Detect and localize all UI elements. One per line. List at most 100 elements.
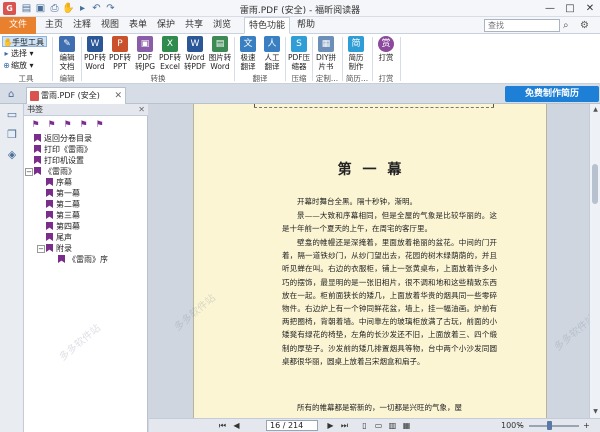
group-label-tip: 打赏 (378, 74, 394, 83)
tab-protect[interactable]: 保护 (154, 17, 178, 34)
gear-icon[interactable]: ⚙ (580, 19, 592, 32)
edit-document-button[interactable]: ✎ 编辑 文档 (55, 35, 79, 71)
two-page-continuous-icon[interactable]: ▦ (401, 420, 412, 431)
close-tab-icon[interactable]: ✕ (114, 88, 122, 104)
resume-maker-button[interactable]: 简简历 制作 (344, 35, 368, 71)
bookmark-icon (58, 255, 65, 263)
layers-panel-icon[interactable]: ◈ (5, 148, 19, 162)
vertical-scrollbar[interactable]: ▲ ▼ (589, 104, 600, 418)
bookmark-item[interactable]: 第三幕 (46, 211, 80, 221)
page-number-input[interactable] (266, 420, 318, 431)
tab-special-features[interactable]: 特色功能 (244, 17, 290, 34)
search-icon[interactable]: ⌕ (563, 19, 575, 32)
tab-form[interactable]: 表单 (126, 17, 150, 34)
bookmark-icon (46, 244, 53, 252)
human-translate-button[interactable]: 人人工 翻译 (260, 35, 284, 71)
close-button[interactable]: ✕ (580, 1, 600, 16)
search-input[interactable] (484, 19, 560, 32)
tip-icon: 赏 (378, 36, 394, 52)
page-header-rule (254, 107, 494, 108)
collapse-toggle[interactable]: − (37, 245, 45, 253)
bookmark-item[interactable]: 尾声 (46, 233, 72, 243)
tip-button[interactable]: 赏打赏 (374, 35, 398, 62)
last-page-icon[interactable]: ⏭ (339, 420, 350, 431)
book-icon: ▦ (318, 36, 334, 52)
zoom-tool-button[interactable]: ⊕缩放 ▾ (2, 60, 33, 71)
next-page-icon[interactable]: ▶ (325, 420, 336, 431)
bookmark-item[interactable]: 《雷雨》 (34, 167, 76, 177)
group-label-custom: 定制... (315, 74, 339, 83)
prev-page-icon[interactable]: ◀ (231, 420, 242, 431)
bookmark-icon (34, 156, 41, 164)
group-label-compress: 压缩 (291, 74, 307, 83)
collapse-toggle[interactable]: − (25, 168, 33, 176)
bookmark-item[interactable]: 第四幕 (46, 222, 80, 232)
add-bookmark-icon[interactable]: ⚑ (30, 119, 41, 131)
first-page-icon[interactable]: ⏮ (217, 420, 228, 431)
zoom-out-icon[interactable]: − (515, 420, 526, 431)
bookmark-icon (46, 189, 53, 197)
document-tab-label: 雷雨.PDF (安全) (41, 91, 100, 100)
minimize-button[interactable]: — (540, 1, 560, 16)
document-view[interactable]: 第 一 幕 开幕时舞台全黑。隔十秒钟，渐明。 景——大致和序幕相同，但是全屋的气… (149, 104, 589, 418)
watermark: 多多软件站 (552, 312, 589, 354)
tab-help[interactable]: 帮助 (294, 17, 318, 34)
pdf-compressor-button[interactable]: S PDF压 缩器 (287, 35, 311, 71)
ribbon: ✋手型工具 ▸ 选择 ▾ ⊕缩放 ▾ 工具 ✎ 编辑 文档 编辑 W PDF转 Word … (0, 34, 600, 84)
single-page-icon[interactable]: ▯ (359, 420, 370, 431)
close-panel-icon[interactable]: ✕ (138, 104, 145, 116)
bookmark-item[interactable]: 返回分卷目录 (34, 134, 92, 144)
zoom-slider-handle[interactable] (547, 421, 552, 430)
scrollbar-thumb[interactable] (592, 164, 598, 204)
zoom-in-icon[interactable]: + (581, 420, 592, 431)
expand-bookmark-icon[interactable]: ⚑ (46, 119, 57, 131)
tab-comment[interactable]: 注释 (70, 17, 94, 34)
pdf-to-word-button[interactable]: W PDF转 Word (83, 35, 107, 71)
excel-icon: X (162, 36, 178, 52)
image-to-word-button[interactable]: ▤ 图片转 Word (208, 35, 232, 71)
bookmark-item[interactable]: 序幕 (46, 178, 72, 188)
pages-panel-icon[interactable]: ❐ (5, 128, 19, 142)
pdf-page: 第 一 幕 开幕时舞台全黑。隔十秒钟，渐明。 景——大致和序幕相同，但是全屋的气… (193, 104, 547, 418)
image-icon: ▤ (212, 36, 228, 52)
bookmark-icon (46, 211, 53, 219)
two-page-icon[interactable]: ▥ (387, 420, 398, 431)
bookmark-settings-icon[interactable]: ⚑ (94, 119, 105, 131)
file-menu[interactable]: 文件 (0, 17, 36, 34)
tab-view[interactable]: 视图 (98, 17, 122, 34)
bookmark-item[interactable]: 第二幕 (46, 200, 80, 210)
bookmark-item[interactable]: 打印《雷雨》 (34, 145, 92, 155)
paragraph: 开幕时舞台全黑。隔十秒钟，渐明。 (297, 197, 417, 206)
bookmark-options-icon[interactable]: ⚑ (62, 119, 73, 131)
home-icon[interactable]: ⌂ (8, 89, 14, 100)
pdf-to-excel-button[interactable]: X PDF转 Excel (158, 35, 182, 71)
bookmark-icon (34, 167, 41, 175)
select-tool-button[interactable]: ▸ 选择 ▾ (2, 48, 33, 59)
scroll-up-icon[interactable]: ▲ (591, 105, 600, 114)
hand-tool-button[interactable]: ✋手型工具 (2, 36, 47, 47)
document-tab[interactable]: 雷雨.PDF (安全) ✕ (26, 87, 126, 104)
bookmark-item[interactable]: 打印机设置 (34, 156, 84, 166)
delete-bookmark-icon[interactable]: ⚑ (78, 119, 89, 131)
bookmark-item[interactable]: 附录 (46, 244, 72, 254)
diy-book-button[interactable]: ▦ DIY拼 片书 (314, 35, 338, 71)
bookmark-item[interactable]: 第一幕 (46, 189, 80, 199)
bookmark-icon (34, 134, 41, 142)
maximize-button[interactable]: □ (560, 1, 580, 16)
fast-translate-button[interactable]: 文极速 翻译 (236, 35, 260, 71)
tab-share[interactable]: 共享 (182, 17, 206, 34)
pdf-to-jpg-button[interactable]: ▣ PDF 转JPG (133, 35, 157, 71)
navigation-strip: ▭ ❐ ◈ (0, 104, 24, 432)
continuous-page-icon[interactable]: ▭ (373, 420, 384, 431)
bookmark-panel-icon[interactable]: ▭ (5, 108, 19, 122)
scroll-down-icon[interactable]: ▼ (591, 407, 600, 416)
word-icon: W (87, 36, 103, 52)
pdf-to-ppt-button[interactable]: P PDF转 PPT (108, 35, 132, 71)
bookmark-item[interactable]: 《雷雨》序 (58, 255, 108, 265)
tab-browse[interactable]: 浏览 (210, 17, 234, 34)
tab-home[interactable]: 主页 (42, 17, 66, 34)
group-separator (400, 37, 401, 81)
word-to-pdf-button[interactable]: W Word 转PDF (183, 35, 207, 71)
free-resume-ad-button[interactable]: 免费制作简历 (505, 86, 599, 102)
zoom-slider[interactable] (529, 425, 579, 427)
